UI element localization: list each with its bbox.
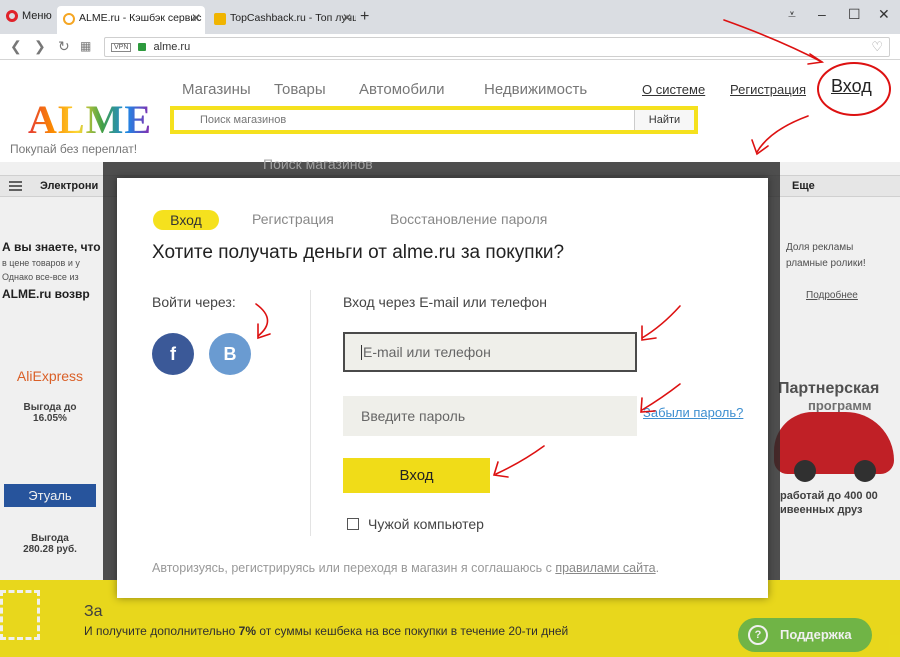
tab-close-icon[interactable]: ✕ <box>191 11 201 25</box>
vk-login-button[interactable]: B <box>209 333 251 375</box>
tab-login[interactable]: Вход <box>153 210 219 230</box>
modal-title: Хотите получать деньги от alme.ru за пок… <box>152 242 565 263</box>
bookmark-heart-icon[interactable]: ♡ <box>871 39 883 55</box>
new-tab-button[interactable]: + <box>360 8 369 26</box>
foreign-computer-checkbox[interactable] <box>347 518 359 530</box>
lock-favicon-icon <box>214 13 226 25</box>
back-icon[interactable]: ❮ <box>10 38 22 55</box>
text-caret <box>361 345 362 360</box>
tab-close-icon[interactable]: ✕ <box>342 11 352 25</box>
lock-icon <box>138 43 147 52</box>
nav-goods[interactable]: Товары <box>274 81 326 98</box>
address-bar-row: ❮ ❯ ↻ ▦ VPN alme.ru ♡ <box>0 34 900 60</box>
search-button[interactable]: Найти <box>634 110 694 130</box>
password-placeholder: Введите пароль <box>361 408 466 424</box>
browser-tabbar: Меню ALME.ru - Кэшбэк сервис ✕ TopCashba… <box>0 0 900 34</box>
tab-register[interactable]: Регистрация <box>252 211 334 227</box>
forgot-password-link[interactable]: Забыли пароль? <box>643 405 743 420</box>
facebook-login-button[interactable]: f <box>152 333 194 375</box>
speed-dial-icon[interactable]: ▦ <box>80 39 91 53</box>
shop-search-input[interactable] <box>174 110 634 130</box>
register-link[interactable]: Регистрация <box>730 82 806 97</box>
password-field[interactable]: Введите пароль <box>343 396 637 436</box>
nav-shops[interactable]: Магазины <box>182 81 251 98</box>
site-tagline: Покупай без переплат! <box>10 142 138 156</box>
nav-cars[interactable]: Автомобили <box>359 81 444 98</box>
close-window-icon[interactable]: ✕ <box>878 6 890 23</box>
login-modal: Вход Регистрация Восстановление пароля Х… <box>117 178 768 598</box>
url-field[interactable]: VPN alme.ru ♡ <box>104 37 890 57</box>
menu-label: Меню <box>22 10 52 22</box>
tab-menu-icon[interactable]: ⩡ <box>788 6 796 23</box>
tab-topcashback[interactable]: TopCashback.ru - Топ лучших ✕ <box>208 6 356 34</box>
tab-restore-password[interactable]: Восстановление пароля <box>390 211 547 227</box>
alme-logo[interactable]: ALME <box>28 96 152 143</box>
alme-favicon-icon <box>63 13 75 25</box>
email-field[interactable]: E-mail или телефон <box>343 332 637 372</box>
terms-link[interactable]: правилами сайта <box>555 561 655 575</box>
minimize-icon[interactable]: ‒ <box>818 6 826 22</box>
vpn-badge[interactable]: VPN <box>111 42 132 52</box>
login-submit-button[interactable]: Вход <box>343 458 490 493</box>
about-link[interactable]: О системе <box>642 82 705 97</box>
url-text: alme.ru <box>153 41 191 53</box>
tab-alme[interactable]: ALME.ru - Кэшбэк сервис ✕ <box>57 6 205 34</box>
terms-post: . <box>655 561 660 575</box>
column-divider <box>310 290 311 536</box>
opera-menu-button[interactable]: Меню <box>6 10 52 22</box>
email-placeholder: E-mail или телефон <box>363 344 491 360</box>
nav-realty[interactable]: Недвижимость <box>484 81 587 98</box>
arrow-to-modal <box>756 115 809 153</box>
maximize-icon[interactable]: ☐ <box>848 6 861 23</box>
terms-notice: Авторизуясь, регистрируясь или переходя … <box>152 561 659 575</box>
tab-label: TopCashback.ru - Топ лучших <box>230 12 356 24</box>
opera-logo-icon <box>6 10 18 22</box>
email-login-label: Вход через E-mail или телефон <box>343 294 548 310</box>
foreign-computer-label: Чужой компьютер <box>368 516 484 532</box>
terms-pre: Авторизуясь, регистрируясь или переходя … <box>152 561 556 575</box>
social-login-label: Войти через: <box>152 294 236 310</box>
foreign-computer-row[interactable]: Чужой компьютер <box>347 516 484 532</box>
shop-search-bar: Найти <box>170 106 698 134</box>
tab-label: ALME.ru - Кэшбэк сервис <box>79 12 202 24</box>
reload-icon[interactable]: ↻ <box>58 38 70 55</box>
forward-icon[interactable]: ❯ <box>34 38 46 55</box>
annotation-circle <box>817 62 891 116</box>
